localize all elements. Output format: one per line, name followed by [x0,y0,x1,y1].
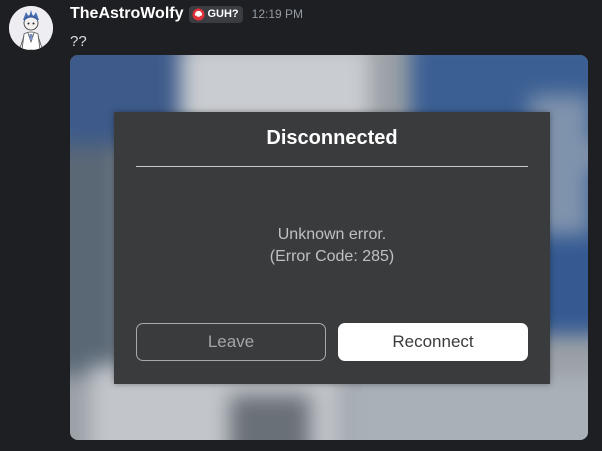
server-tag-label: GUH? [207,8,239,20]
error-code: (Error Code: 285) [269,248,395,265]
error-description: Unknown error. [277,226,387,243]
reconnect-button[interactable]: Reconnect [338,323,528,361]
chat-message: TheAstroWolfy GUH? 12:19 PM ?? Disconnec… [0,0,602,451]
dialog-message: Unknown error. (Error Code: 285) [114,224,550,268]
disconnected-dialog: Disconnected Unknown error. (Error Code:… [114,112,550,384]
message-header: TheAstroWolfy GUH? 12:19 PM [70,5,303,23]
username[interactable]: TheAstroWolfy [70,5,183,23]
dialog-divider [136,166,528,167]
timestamp[interactable]: 12:19 PM [252,7,303,21]
leave-button[interactable]: Leave [136,323,326,361]
server-tag[interactable]: GUH? [189,5,243,23]
red-ring-icon [192,8,205,20]
message-text: ?? [70,33,87,50]
image-attachment[interactable]: Disconnected Unknown error. (Error Code:… [70,55,588,440]
dialog-title: Disconnected [266,127,398,149]
avatar[interactable] [9,6,53,50]
avatar-character-icon [9,6,53,50]
